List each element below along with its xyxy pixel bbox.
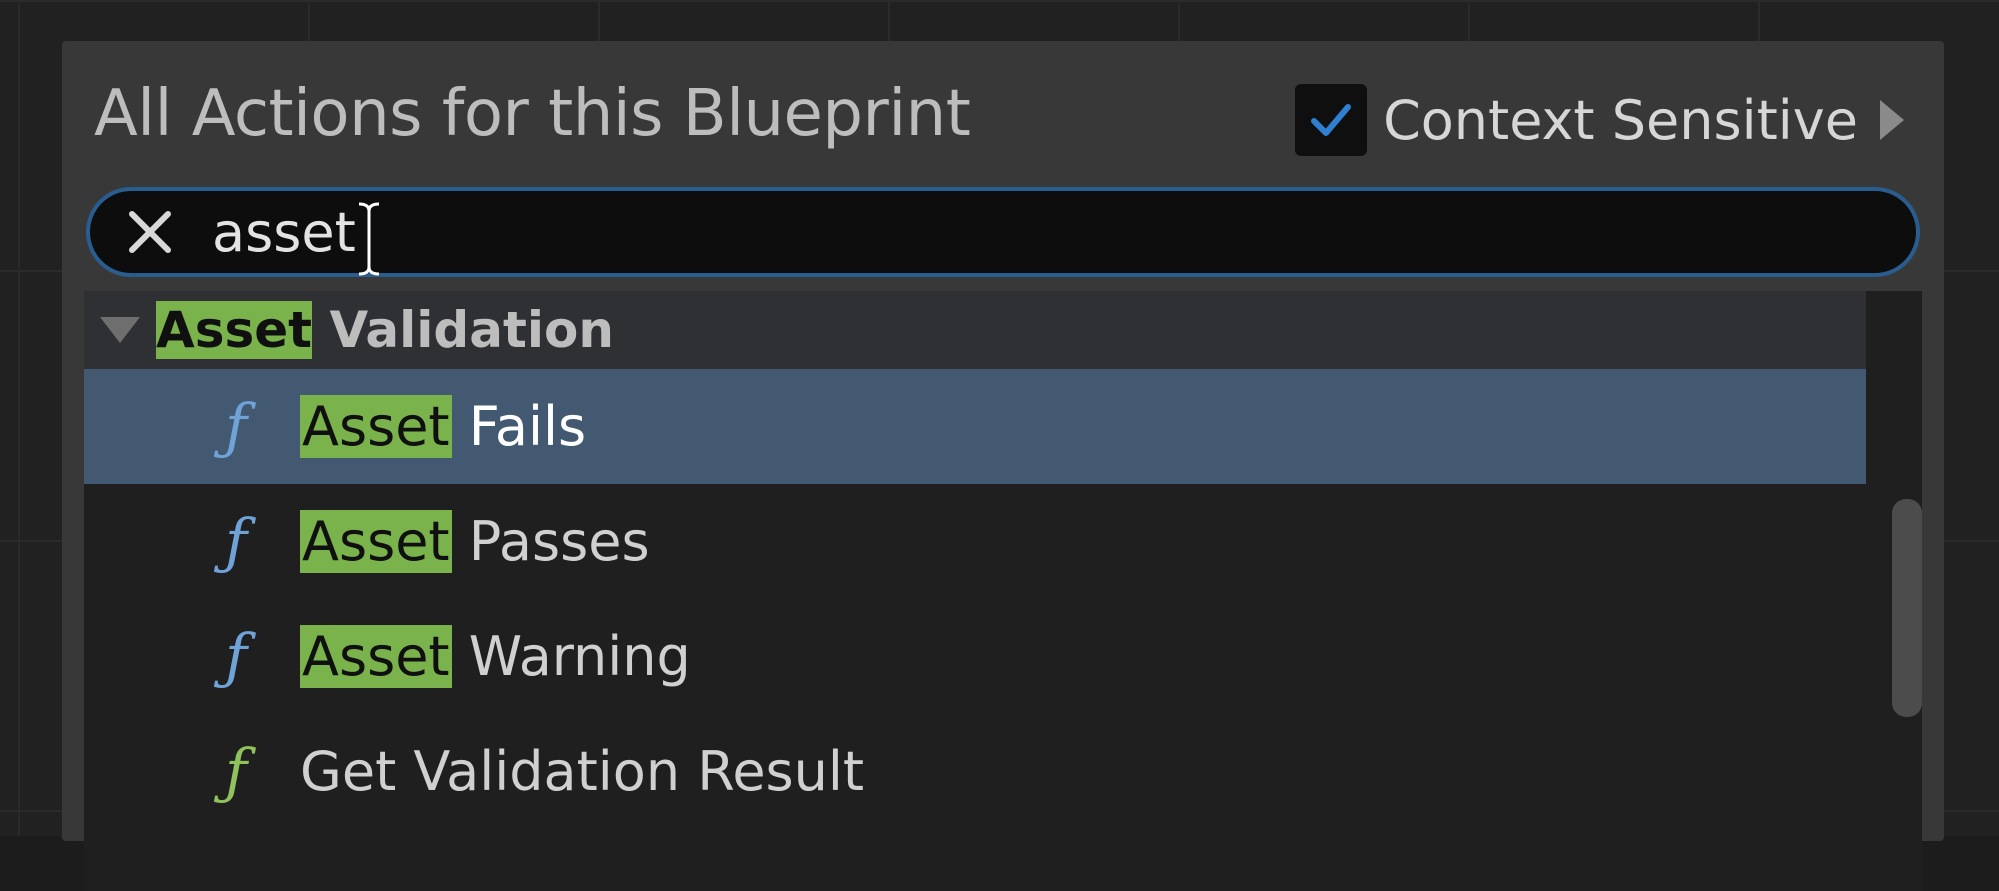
- list-item-asset-warning[interactable]: ƒ Asset Warning: [84, 599, 1866, 714]
- item-label: Asset Fails: [300, 395, 586, 458]
- clear-search-button[interactable]: [118, 200, 182, 264]
- panel-title: All Actions for this Blueprint: [94, 77, 971, 151]
- list-item-get-validation-result[interactable]: ƒ Get Validation Result: [84, 714, 1866, 829]
- function-icon: ƒ: [224, 391, 248, 462]
- item-label-rest: Passes: [451, 510, 650, 573]
- category-row-asset-validation[interactable]: Asset Validation: [84, 291, 1866, 369]
- item-label: Get Validation Result: [300, 740, 864, 803]
- item-label-rest: Fails: [451, 395, 587, 458]
- item-label: Asset Passes: [300, 510, 650, 573]
- search-match-highlight: Asset: [300, 510, 452, 573]
- item-label: Asset Warning: [300, 625, 691, 688]
- results-list: Asset Validation ƒ Asset Fails ƒ Asset P…: [84, 291, 1922, 891]
- search-match-highlight: Asset: [300, 625, 452, 688]
- category-label-rest: Validation: [312, 301, 614, 359]
- collapse-arrow-icon[interactable]: [100, 317, 140, 343]
- function-icon: ƒ: [224, 506, 248, 577]
- list-item-asset-fails[interactable]: ƒ Asset Fails: [84, 369, 1866, 484]
- search-match-highlight: Asset: [156, 301, 313, 359]
- function-icon: ƒ: [224, 736, 248, 807]
- scrollbar-thumb[interactable]: [1892, 499, 1922, 717]
- search-input[interactable]: [212, 200, 1712, 264]
- list-item-asset-passes[interactable]: ƒ Asset Passes: [84, 484, 1866, 599]
- category-label: Asset Validation: [156, 301, 614, 359]
- item-label-rest: Get Validation Result: [300, 740, 865, 803]
- item-label-rest: Warning: [451, 625, 691, 688]
- expand-arrow-icon[interactable]: [1880, 100, 1904, 140]
- action-menu-panel: All Actions for this Blueprint Context S…: [62, 41, 1944, 891]
- search-box[interactable]: [86, 187, 1920, 277]
- context-sensitive-toggle[interactable]: Context Sensitive: [1295, 83, 1904, 157]
- context-sensitive-checkbox[interactable]: [1295, 84, 1368, 156]
- text-cursor-icon: [358, 202, 380, 276]
- context-sensitive-label: Context Sensitive: [1383, 88, 1858, 152]
- search-match-highlight: Asset: [300, 395, 452, 458]
- function-icon: ƒ: [224, 621, 248, 692]
- checkmark-icon: [1311, 104, 1352, 136]
- close-icon: [129, 211, 171, 253]
